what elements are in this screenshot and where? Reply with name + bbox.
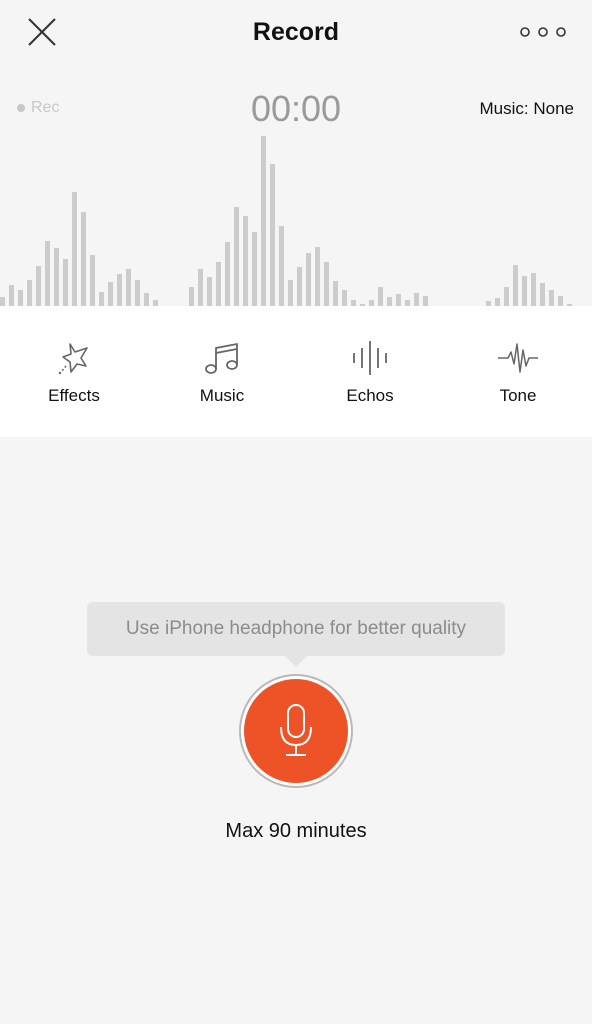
- waveform-bar: [126, 269, 131, 306]
- waveform: [0, 136, 572, 306]
- waveform-bar: [189, 287, 194, 306]
- tool-music[interactable]: Music: [148, 306, 296, 437]
- more-horizontal-icon[interactable]: [520, 24, 566, 40]
- tool-label: Echos: [346, 386, 394, 405]
- waveform-bar: [216, 262, 221, 306]
- waveform-bar: [540, 283, 545, 306]
- waveform-bar: [324, 262, 329, 306]
- waveform-bar: [333, 281, 338, 306]
- tool-label: Effects: [48, 386, 100, 405]
- waveform-tone-icon: [498, 343, 538, 373]
- record-button[interactable]: [239, 674, 353, 788]
- tool-effects[interactable]: Effects: [0, 306, 148, 437]
- waveform-bar: [270, 164, 275, 306]
- waveform-bar: [531, 273, 536, 306]
- waveform-bar: [423, 296, 428, 306]
- waveform-bar: [495, 298, 500, 306]
- waveform-bar: [99, 292, 104, 306]
- waveform-bar: [144, 293, 149, 306]
- waveform-bar: [288, 280, 293, 306]
- max-duration-label: Max 90 minutes: [225, 820, 367, 842]
- tool-echos[interactable]: Echos: [296, 306, 444, 437]
- waveform-bar: [207, 277, 212, 306]
- waveform-bar: [0, 297, 5, 306]
- record-button-fill: [244, 679, 348, 783]
- waveform-bar: [522, 276, 527, 306]
- waveform-bar: [36, 266, 41, 306]
- waveform-bar: [135, 280, 140, 306]
- waveform-bar: [225, 242, 230, 306]
- waveform-bar: [18, 290, 23, 306]
- waveform-bar: [72, 192, 77, 306]
- magic-star-icon: [58, 343, 88, 375]
- waveform-bar: [261, 136, 266, 306]
- waveform-bar: [45, 241, 50, 306]
- waveform-bar: [396, 294, 401, 306]
- waveform-bar: [9, 285, 14, 306]
- waveform-bar: [108, 282, 113, 306]
- waveform-bar: [243, 216, 248, 306]
- waveform-bar: [297, 267, 302, 306]
- microphone-icon: [280, 704, 312, 756]
- waveform-bar: [342, 290, 347, 306]
- waveform-bar: [198, 269, 203, 306]
- music-status[interactable]: Music: None: [480, 99, 574, 119]
- waveform-bar: [306, 253, 311, 306]
- headphone-tooltip: Use iPhone headphone for better quality: [87, 602, 505, 656]
- waveform-bar: [234, 207, 239, 306]
- tool-tone[interactable]: Tone: [444, 306, 592, 437]
- echo-bars-icon: [353, 341, 387, 375]
- waveform-bar: [63, 259, 68, 306]
- waveform-bar: [279, 226, 284, 306]
- tool-label: Music: [199, 386, 245, 405]
- effects-toolbar: Effects Music Echos Tone: [0, 306, 592, 437]
- waveform-bar: [90, 255, 95, 306]
- waveform-bar: [27, 280, 32, 306]
- waveform-bar: [252, 232, 257, 306]
- waveform-bar: [414, 293, 419, 306]
- waveform-bar: [315, 247, 320, 306]
- waveform-bar: [81, 212, 86, 306]
- music-note-icon: [205, 343, 238, 374]
- waveform-bar: [549, 290, 554, 306]
- waveform-bar: [54, 248, 59, 306]
- waveform-bar: [117, 274, 122, 306]
- page-title: Record: [252, 18, 340, 46]
- waveform-bar: [558, 296, 563, 306]
- waveform-bar: [504, 287, 509, 306]
- tool-label: Tone: [499, 386, 537, 405]
- waveform-bar: [378, 287, 383, 306]
- tooltip-arrow: [285, 656, 307, 667]
- waveform-bar: [387, 297, 392, 306]
- waveform-bar: [513, 265, 518, 306]
